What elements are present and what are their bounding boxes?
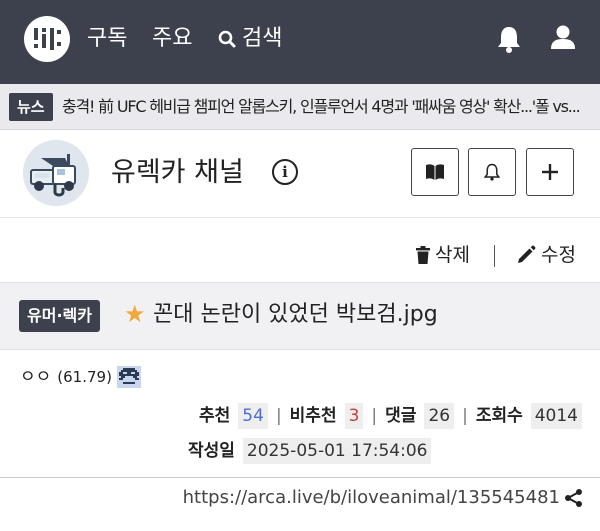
tow-truck-logo-icon bbox=[23, 140, 89, 206]
bell-icon[interactable] bbox=[496, 25, 522, 57]
news-badge[interactable]: 뉴스 bbox=[9, 93, 53, 121]
nav-search[interactable]: 검색 bbox=[218, 24, 282, 54]
article-title: 꼰대 논란이 있었던 박보검.jpg bbox=[153, 302, 438, 327]
arca-logo-icon[interactable] bbox=[24, 16, 70, 62]
stat-separator: | bbox=[275, 406, 282, 426]
author-score: (61.79) bbox=[57, 368, 112, 386]
delete-label: 삭제 bbox=[435, 244, 470, 266]
downvote-count: 3 bbox=[344, 403, 364, 429]
edit-label: 수정 bbox=[541, 244, 576, 266]
news-ticker: 뉴스 충격! 前 UFC 헤비급 챔피언 알롭스키, 인플루언서 4명과 '패싸… bbox=[0, 84, 600, 130]
upvote-label: 추천 bbox=[199, 406, 231, 426]
date-value: 2025-05-01 17:54:06 bbox=[242, 438, 432, 464]
action-divider bbox=[494, 245, 495, 267]
pencil-icon bbox=[518, 245, 536, 263]
divider bbox=[0, 477, 600, 478]
trash-icon bbox=[416, 246, 430, 264]
author-name[interactable]: ㅇㅇ bbox=[20, 364, 51, 390]
share-icon[interactable] bbox=[564, 488, 584, 512]
channel-title[interactable]: 유렉카 채널 bbox=[111, 155, 244, 191]
news-headline[interactable]: 충격! 前 UFC 헤비급 챔피언 알롭스키, 인플루언서 4명과 '패싸움 영… bbox=[62, 94, 592, 120]
article-title-bar: 유머·렉카 ★ 꼰대 논란이 있었던 박보검.jpg bbox=[0, 282, 600, 350]
channel-info-button[interactable] bbox=[411, 148, 459, 196]
views-count: 4014 bbox=[530, 403, 582, 429]
date-label: 작성일 bbox=[188, 441, 235, 461]
delete-button[interactable]: 삭제 bbox=[416, 242, 470, 268]
channel-subscribe-button[interactable] bbox=[526, 148, 574, 196]
channel-logo[interactable] bbox=[23, 140, 89, 206]
upvote-count: 54 bbox=[238, 403, 268, 429]
pixel-avatar-icon bbox=[116, 366, 141, 388]
nav-subscribe[interactable]: 구독 bbox=[87, 24, 127, 54]
edit-button[interactable]: 수정 bbox=[516, 242, 576, 268]
channel-notify-button[interactable] bbox=[468, 148, 516, 196]
bell-icon bbox=[484, 163, 500, 181]
nav-popular[interactable]: 주요 bbox=[152, 24, 192, 54]
category-badge[interactable]: 유머·렉카 bbox=[19, 300, 100, 332]
views-label: 조회수 bbox=[475, 406, 523, 426]
comments-count[interactable]: 26 bbox=[424, 403, 455, 429]
stat-separator: | bbox=[371, 406, 378, 426]
book-icon bbox=[426, 164, 444, 180]
downvote-label: 비추천 bbox=[289, 406, 337, 426]
plus-icon bbox=[542, 164, 558, 180]
stat-separator: | bbox=[462, 406, 468, 426]
author-info: ㅇㅇ (61.79) bbox=[20, 364, 141, 390]
divider bbox=[0, 217, 600, 218]
search-icon bbox=[218, 30, 236, 48]
comments-label: 댓글 bbox=[385, 406, 417, 426]
star-icon: ★ bbox=[124, 300, 146, 328]
user-icon[interactable] bbox=[550, 24, 576, 54]
article-stats: 추천 54 | 비추천 3 | 댓글 26 | 조회수 4014 bbox=[0, 403, 582, 429]
info-icon[interactable]: i bbox=[272, 159, 298, 185]
nav-search-label: 검색 bbox=[242, 26, 283, 51]
post-date: 작성일 2025-05-01 17:54:06 bbox=[188, 438, 432, 464]
article-url[interactable]: https://arca.live/b/iloveanimal/13554548… bbox=[0, 485, 560, 511]
top-nav: 구독 주요 검색 bbox=[0, 0, 600, 84]
